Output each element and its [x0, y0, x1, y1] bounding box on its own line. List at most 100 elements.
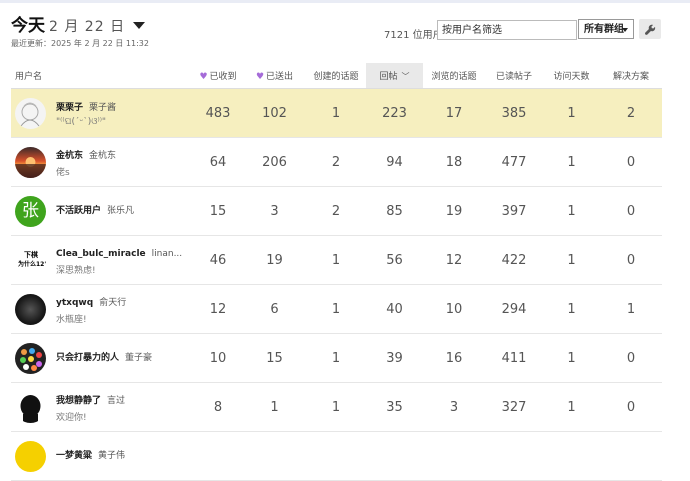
full-name: 金杭东	[89, 150, 117, 161]
user-count: 7121 位用户	[384, 30, 443, 41]
username-link[interactable]: ytxqwq	[56, 298, 93, 308]
username-link[interactable]: 不活跃用户	[56, 206, 101, 216]
top-border	[0, 0, 690, 3]
col-replies[interactable]: 回帖 ﹀	[366, 63, 423, 89]
username-link[interactable]: 只会打暴力的人	[56, 353, 119, 363]
avatar[interactable]: 下棋 为什么12'	[15, 244, 46, 276]
full-name: 俞天行	[99, 297, 127, 308]
chevron-down-icon[interactable]	[133, 22, 146, 29]
avatar-text-1: 下棋	[24, 250, 38, 259]
solutions-cell: 0	[600, 382, 662, 432]
settings-button[interactable]	[639, 19, 661, 39]
days-visited-cell: 1	[543, 186, 600, 236]
posts-read-cell: 397	[485, 186, 543, 236]
days-visited-cell: 1	[543, 88, 600, 138]
likes-given-cell	[243, 431, 306, 481]
avatar[interactable]: 张	[15, 195, 46, 227]
user-info: 金杭东 金杭东佬s	[56, 147, 116, 178]
table-row[interactable]: 我想静静了 言过 欢迎你! 8 1 1 35 3 327 1 0	[11, 382, 662, 432]
user-info: ytxqwq 俞天行 水瓶座!	[56, 294, 126, 325]
col-posts-read[interactable]: 已读帖子	[485, 63, 543, 89]
likes-given-cell: 1	[243, 382, 306, 432]
group-select[interactable]: 所有群组	[578, 19, 634, 39]
likes-received-cell: 10	[193, 333, 243, 383]
dropdown-arrow-icon	[622, 28, 628, 32]
user-cell: 我想静静了 言过 欢迎你!	[11, 382, 193, 432]
posts-read-cell	[485, 431, 543, 481]
posts-read-cell: 327	[485, 382, 543, 432]
likes-received-cell: 483	[193, 88, 243, 138]
table-row[interactable]: 只会打暴力的人 董子豪 10 15 1 39 16 411 1 0	[11, 333, 662, 383]
group-select-label: 所有群组	[584, 24, 624, 35]
topics-created-cell: 1	[306, 382, 366, 432]
topics-created-cell: 1	[306, 284, 366, 334]
topics-created-cell: 2	[306, 137, 366, 187]
avatar[interactable]	[15, 146, 46, 178]
topics-viewed-cell: 19	[423, 186, 485, 236]
table-row[interactable]: 一梦黄粱 黄子伟	[11, 431, 662, 481]
posts-read-cell: 422	[485, 235, 543, 285]
solutions-cell: 2	[600, 88, 662, 138]
full-name: 言过	[107, 395, 126, 406]
col-replies-label: 回帖	[379, 72, 398, 82]
full-name: 张乐凡	[107, 206, 135, 216]
table-row[interactable]: 下棋 为什么12' Clea_bulc_miracle linan... 深思熟虑! 46…	[11, 235, 662, 285]
replies-cell: 94	[366, 137, 423, 187]
likes-received-cell: 46	[193, 235, 243, 285]
likes-given-cell: 206	[243, 137, 306, 187]
username-filter-input[interactable]	[437, 20, 577, 40]
user-info: Clea_bulc_miracle linan... 深思熟虑!	[56, 245, 182, 276]
user-cell: ytxqwq 俞天行 水瓶座!	[11, 284, 193, 334]
avatar[interactable]	[15, 342, 46, 374]
topics-created-cell: 1	[306, 333, 366, 383]
days-visited-cell: 1	[543, 137, 600, 187]
avatar[interactable]	[15, 391, 46, 423]
col-likes-received-label: 已收到	[209, 72, 237, 82]
solutions-cell: 0	[600, 186, 662, 236]
col-topics-created[interactable]: 创建的话题	[306, 63, 366, 89]
likes-given-cell: 3	[243, 186, 306, 236]
user-cell: 金杭东 金杭东佬s	[11, 137, 193, 187]
username-link[interactable]: 栗栗子	[56, 103, 83, 113]
days-visited-cell: 1	[543, 333, 600, 383]
col-solutions[interactable]: 解决方案	[600, 63, 662, 89]
likes-received-cell: 12	[193, 284, 243, 334]
topics-viewed-cell: 18	[423, 137, 485, 187]
avatar-letter: 张	[22, 200, 39, 221]
table-header-row: 用户名 ♥ 已收到 ♥ 已送出 创建的话题 回帖 ﹀ 浏览的话题 已读帖子 访问天数 …	[11, 63, 662, 89]
table-row[interactable]: 金杭东 金杭东 佬s 64 206 2 94 18 477 1 0	[11, 137, 662, 187]
table-row[interactable]: ytxqwq 俞天行 水瓶座! 12 6 1 40 10 294 1 1	[11, 284, 662, 334]
solutions-cell: 0	[600, 235, 662, 285]
avatar[interactable]	[15, 440, 46, 472]
solutions-cell: 0	[600, 333, 662, 383]
username-link[interactable]: 我想静静了	[56, 396, 101, 406]
col-likes-given-label: 已送出	[266, 72, 294, 82]
days-visited-cell	[543, 431, 600, 481]
period-title[interactable]: 今天 2 月 22 日	[11, 11, 146, 36]
col-topics-viewed[interactable]: 浏览的话题	[423, 63, 485, 89]
username-link[interactable]: 一梦黄粱	[56, 451, 92, 461]
col-likes-received[interactable]: ♥ 已收到	[193, 63, 243, 89]
likes-received-cell	[193, 431, 243, 481]
period-date: 2 月 22 日	[49, 19, 126, 35]
col-username[interactable]: 用户名	[11, 63, 193, 89]
likes-given-cell: 19	[243, 235, 306, 285]
table-row[interactable]: 张不活跃用户 张乐凡 15 3 2 85 19 397 1 0	[11, 186, 662, 236]
col-days-visited[interactable]: 访问天数	[543, 63, 600, 89]
user-cell: 下棋 为什么12' Clea_bulc_miracle linan... 深思熟虑!	[11, 235, 193, 285]
full-name: 董子豪	[125, 353, 153, 363]
user-title: 佬s	[56, 167, 70, 178]
days-visited-cell: 1	[543, 382, 600, 432]
col-likes-given[interactable]: ♥ 已送出	[243, 63, 306, 89]
username-link[interactable]: Clea_bulc_miracle	[56, 249, 146, 259]
user-cell: 一梦黄粱 黄子伟	[11, 431, 193, 481]
replies-cell: 35	[366, 382, 423, 432]
table-row[interactable]: 栗栗子 栗子酱 "⁽⁽ଘ(ˊᵕˋ)ଓ⁾⁾" 483 102 1 223 17 385 1 2	[11, 88, 662, 138]
user-info: 只会打暴力的人 董子豪	[56, 349, 152, 367]
topics-created-cell: 1	[306, 235, 366, 285]
likes-received-cell: 15	[193, 186, 243, 236]
username-link[interactable]: 金杭东	[56, 151, 83, 161]
last-updated: 最近更新：2025 年 2 月 22 日 11:32	[11, 39, 149, 48]
avatar[interactable]	[15, 293, 46, 325]
avatar[interactable]	[15, 97, 46, 129]
